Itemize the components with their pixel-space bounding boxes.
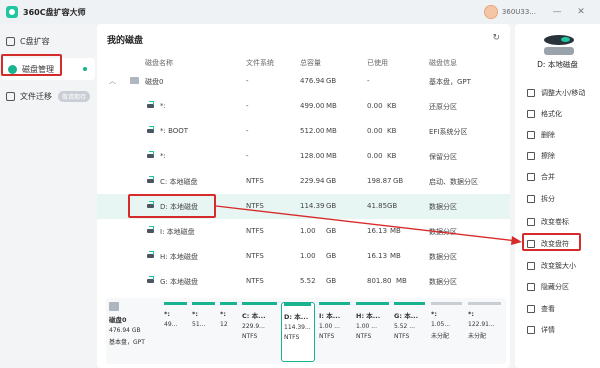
annotation-arrow	[215, 205, 522, 245]
